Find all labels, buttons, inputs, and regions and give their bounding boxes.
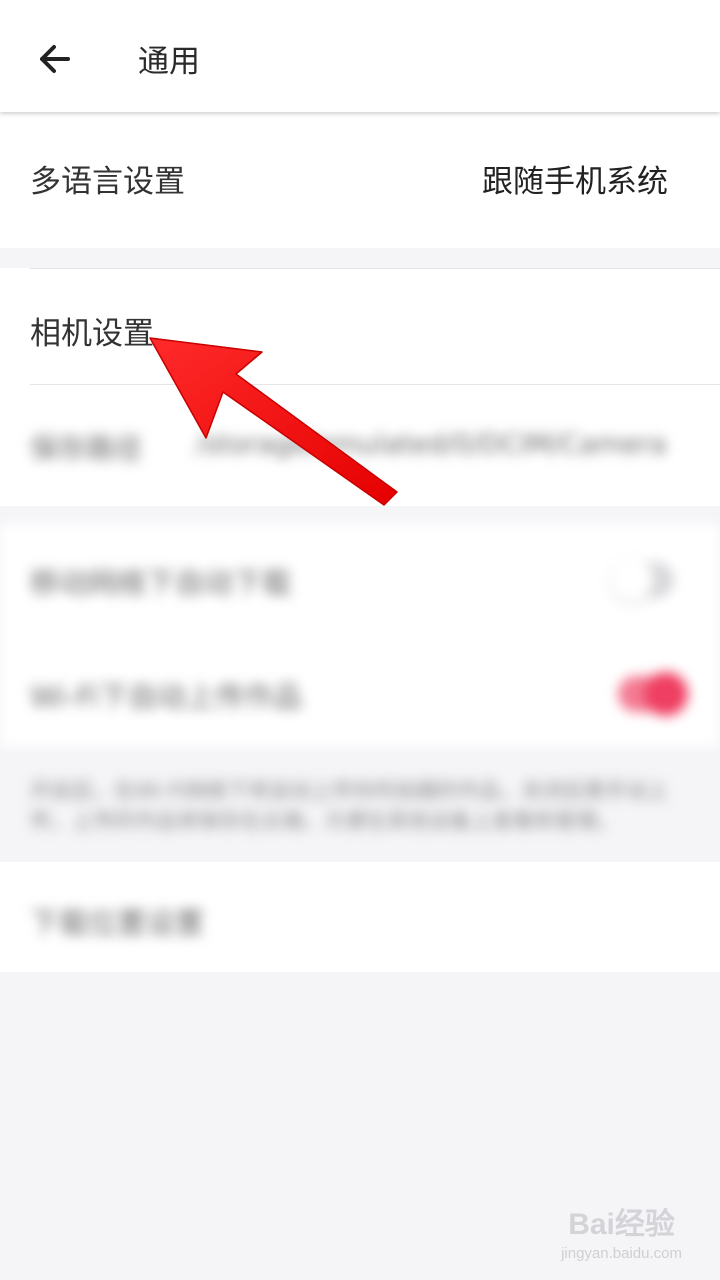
annotation-arrow-icon bbox=[149, 337, 398, 506]
